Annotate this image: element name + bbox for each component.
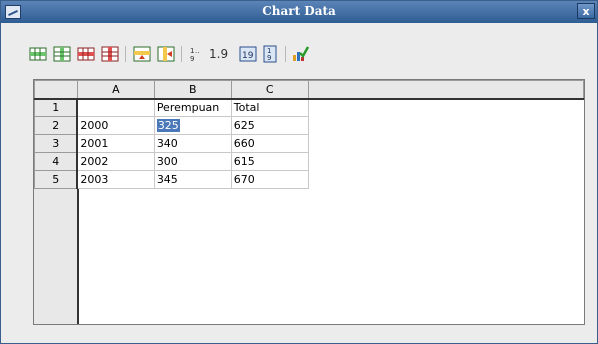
column-header-b[interactable]: B: [153, 80, 232, 100]
insert-series-icon[interactable]: [53, 45, 71, 63]
cell-a[interactable]: 2001: [76, 134, 155, 153]
data-table-frame: A B C 1 Perempuan Total 2 2000 325 625 3…: [33, 79, 585, 325]
number-format-19-icon[interactable]: 19: [239, 45, 257, 63]
close-button[interactable]: x: [577, 3, 595, 19]
window-title: Chart Data: [262, 4, 336, 18]
row-number[interactable]: 2: [34, 116, 79, 135]
row-number[interactable]: 5: [34, 170, 79, 189]
cell-a[interactable]: 2003: [76, 170, 155, 189]
empty-area: [308, 134, 584, 153]
svg-text:9: 9: [267, 54, 271, 62]
cell-c[interactable]: Total: [230, 98, 309, 117]
cell-c[interactable]: 615: [230, 152, 309, 171]
table-row: 3 2001 340 660: [34, 134, 584, 153]
chart-check-icon[interactable]: [291, 45, 309, 63]
svg-text:9: 9: [190, 55, 194, 63]
toolbar-separator: [125, 46, 126, 62]
delete-row-icon[interactable]: [77, 45, 95, 63]
cell-a[interactable]: 2002: [76, 152, 155, 171]
column-header-c[interactable]: C: [230, 80, 309, 100]
svg-text:1: 1: [190, 47, 194, 55]
row-number[interactable]: 1: [34, 98, 79, 117]
number-format-fraction-icon[interactable]: 1.. 9: [187, 45, 205, 63]
move-series-right-icon[interactable]: [157, 45, 175, 63]
cell-b[interactable]: 345: [153, 170, 232, 189]
table-row: 1 Perempuan Total: [34, 98, 584, 117]
cell-c[interactable]: 660: [230, 134, 309, 153]
chart-data-dialog: Chart Data x 1.. 9 1.9 19 19 A B C 1 Per…: [0, 0, 598, 344]
cell-c[interactable]: 625: [230, 116, 309, 135]
table-row: 5 2003 345 670: [34, 170, 584, 189]
cell-a[interactable]: [76, 98, 155, 117]
table-row: 2 2000 325 625: [34, 116, 584, 135]
cell-b[interactable]: 300: [153, 152, 232, 171]
svg-text:..: ..: [195, 47, 199, 55]
empty-area: [308, 170, 584, 189]
move-row-down-icon[interactable]: [133, 45, 151, 63]
empty-area: [308, 116, 584, 135]
column-header-row: A B C: [34, 80, 585, 100]
table-row: 4 2002 300 615: [34, 152, 584, 171]
number-format-stacked-icon[interactable]: 19: [261, 45, 279, 63]
cell-b[interactable]: Perempuan: [153, 98, 232, 117]
row-number[interactable]: 4: [34, 152, 79, 171]
insert-row-icon[interactable]: [29, 45, 47, 63]
cell-c[interactable]: 670: [230, 170, 309, 189]
number-format-decimal-label[interactable]: 1.9: [209, 47, 228, 61]
title-bar[interactable]: Chart Data x: [1, 1, 597, 23]
toolbar-separator: [181, 46, 182, 62]
cell-a[interactable]: 2000: [76, 116, 155, 135]
cell-b[interactable]: 340: [153, 134, 232, 153]
empty-area: [308, 152, 584, 171]
column-header-empty: [307, 80, 585, 100]
column-header-a[interactable]: A: [76, 80, 155, 100]
row-number[interactable]: 3: [34, 134, 79, 153]
toolbar-separator: [285, 46, 286, 62]
svg-text:19: 19: [242, 51, 254, 61]
cell-b-selected[interactable]: 325: [153, 116, 232, 135]
corner-cell: [34, 80, 78, 100]
empty-area: [308, 98, 584, 117]
selected-cell-text[interactable]: 325: [156, 119, 180, 132]
row-header-strip: [34, 188, 79, 324]
data-table: A B C 1 Perempuan Total 2 2000 325 625 3…: [34, 80, 585, 189]
delete-series-icon[interactable]: [101, 45, 119, 63]
